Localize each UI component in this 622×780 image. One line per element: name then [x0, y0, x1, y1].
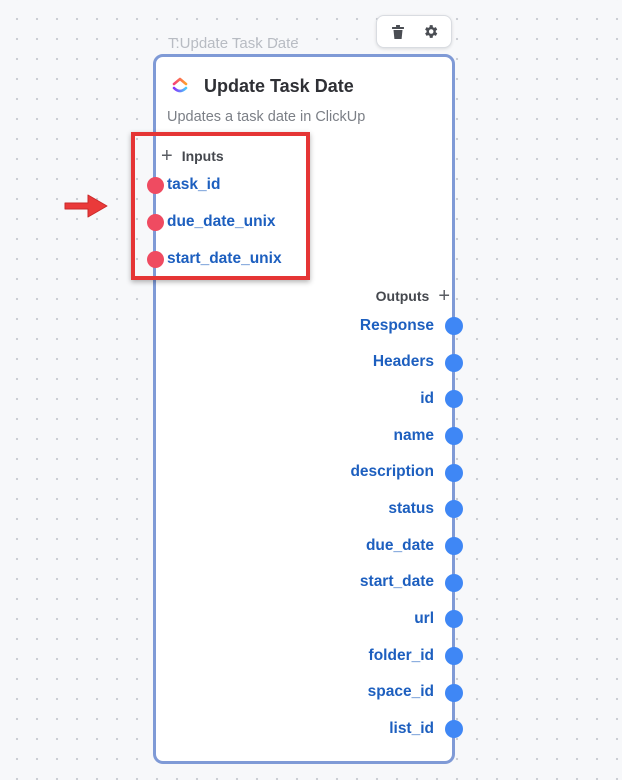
output-label-description[interactable]: description: [350, 463, 434, 481]
output-port-response[interactable]: [445, 317, 463, 335]
output-port-id[interactable]: [445, 390, 463, 408]
node-label: T:Update Task Date: [168, 35, 299, 52]
output-label-response[interactable]: Response: [360, 317, 434, 335]
node-toolbar: [376, 15, 452, 48]
output-label-due-date[interactable]: due_date: [366, 537, 434, 555]
output-port-url[interactable]: [445, 610, 463, 628]
trash-icon: [392, 24, 404, 39]
gear-icon: [424, 25, 437, 38]
outputs-heading: Outputs: [375, 288, 430, 304]
output-label-url[interactable]: url: [414, 610, 434, 628]
output-label-list-id[interactable]: list_id: [389, 720, 434, 738]
output-label-status[interactable]: status: [388, 500, 434, 518]
outputs-header: Outputs +: [376, 286, 450, 306]
output-port-status[interactable]: [445, 500, 463, 518]
output-port-list-id[interactable]: [445, 720, 463, 738]
output-label-name[interactable]: name: [394, 427, 435, 445]
output-port-due-date[interactable]: [445, 537, 463, 555]
clickup-logo-icon: [172, 77, 188, 93]
node-title: Update Task Date: [204, 76, 354, 96]
output-port-start-date[interactable]: [445, 574, 463, 592]
output-port-description[interactable]: [445, 464, 463, 482]
output-port-name[interactable]: [445, 427, 463, 445]
inputs-highlight-box: [131, 132, 310, 280]
node-description: Updates a task date in ClickUp: [167, 109, 366, 125]
output-label-space-id[interactable]: space_id: [368, 683, 434, 701]
delete-button[interactable]: [389, 23, 407, 41]
annotation-arrow-icon: [64, 194, 108, 218]
output-port-headers[interactable]: [445, 354, 463, 372]
output-port-folder-id[interactable]: [445, 647, 463, 665]
output-port-space-id[interactable]: [445, 684, 463, 702]
output-label-id[interactable]: id: [420, 390, 434, 408]
output-label-headers[interactable]: Headers: [373, 353, 434, 371]
output-label-folder-id[interactable]: folder_id: [369, 647, 434, 665]
output-label-start-date[interactable]: start_date: [360, 573, 434, 591]
settings-button[interactable]: [421, 23, 439, 41]
add-output-button[interactable]: +: [438, 286, 450, 306]
